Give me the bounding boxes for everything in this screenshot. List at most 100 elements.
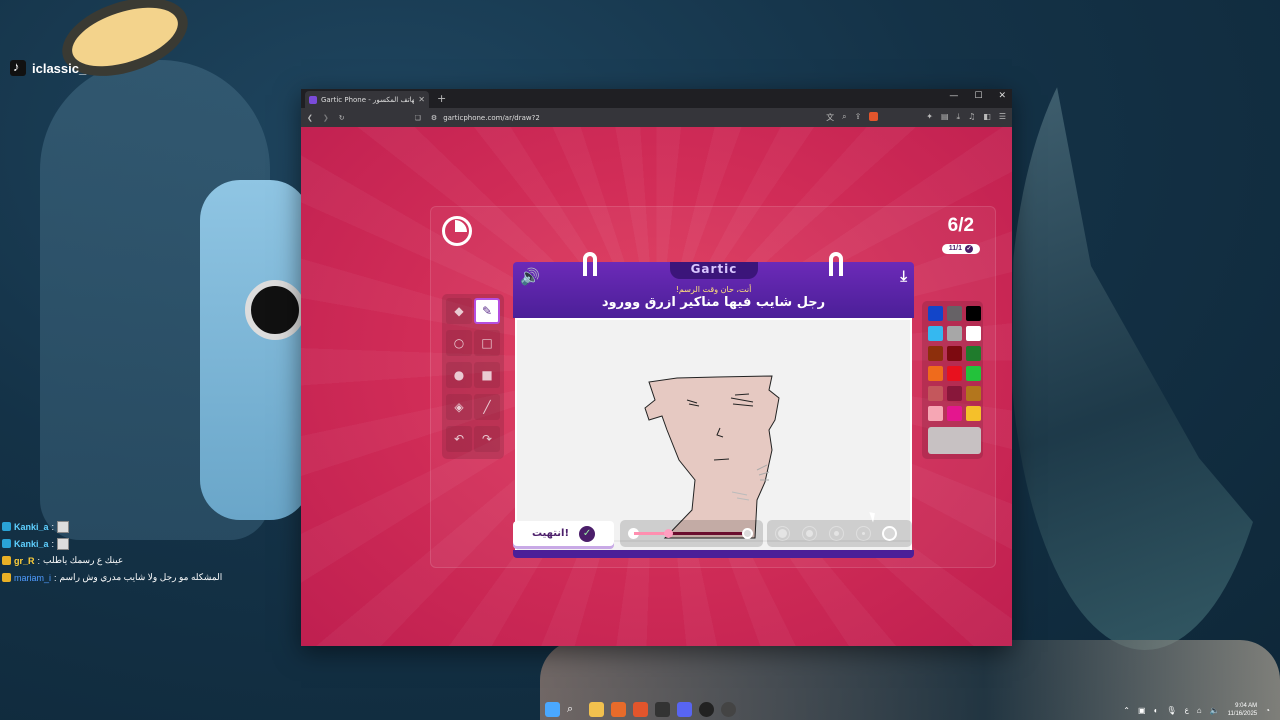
file-explorer-icon[interactable] xyxy=(589,702,604,717)
color-swatch[interactable] xyxy=(947,326,962,341)
bookmark-icon[interactable]: ❏ xyxy=(415,114,421,122)
redo-tool[interactable]: ↷ xyxy=(474,426,500,452)
obs-icon[interactable] xyxy=(699,702,714,717)
share-icon[interactable]: ⇪ xyxy=(855,112,862,123)
notifications-icon[interactable]: ◔ xyxy=(1265,706,1270,715)
reload-icon[interactable]: ↻ xyxy=(339,114,345,122)
site-info-icon[interactable]: ⚙ xyxy=(431,114,437,122)
opacity-fill xyxy=(634,532,669,535)
background-creature-shape xyxy=(200,180,310,520)
terminal-icon[interactable] xyxy=(655,702,670,717)
opacity-track[interactable] xyxy=(634,532,748,535)
timer-icon xyxy=(442,216,472,246)
translate-icon[interactable]: 文 xyxy=(826,112,834,123)
color-swatch[interactable] xyxy=(947,366,962,381)
gartic-logo: Gartic xyxy=(670,262,758,279)
line-tool[interactable]: ╱ xyxy=(474,394,500,420)
tray-app-icon[interactable]: ◐ xyxy=(1154,706,1159,715)
tiktok-icon xyxy=(10,59,26,76)
brave-shield-icon[interactable] xyxy=(869,112,879,121)
tray-chevron-icon[interactable]: ⌃ xyxy=(1123,706,1130,715)
taskbar: ⌕ ⌃ ▣ ◐ 🎙 ع ⌂ 🔈 9:04 AM 11/16/2025 ◔ xyxy=(0,700,1280,720)
color-swatch[interactable] xyxy=(928,386,943,401)
tab-bar: Gartic Phone - لعبة الهاتف المكسور ✕ + —… xyxy=(301,89,1012,108)
color-swatch[interactable] xyxy=(966,306,981,321)
speaker-icon[interactable]: 🔊 xyxy=(520,267,540,286)
color-swatch[interactable] xyxy=(928,326,943,341)
tray-app-icon[interactable]: ▣ xyxy=(1138,706,1146,715)
tool-panel: ◆ ✎ ○ □ ● ■ ◈ ╱ ↶ ↷ xyxy=(442,294,504,459)
pencil-tool[interactable]: ✎ xyxy=(474,298,500,324)
mic-icon[interactable]: 🎙 xyxy=(1166,706,1176,715)
maximize-button[interactable]: ☐ xyxy=(974,91,982,101)
color-swatch[interactable] xyxy=(966,386,981,401)
color-swatch[interactable] xyxy=(947,386,962,401)
minimize-button[interactable]: — xyxy=(949,91,958,101)
app-icon[interactable] xyxy=(611,702,626,717)
clock[interactable]: 9:04 AM 11/16/2025 xyxy=(1228,702,1258,718)
color-swatch[interactable] xyxy=(928,306,943,321)
chat-badge-icon xyxy=(2,522,11,531)
color-swatch[interactable] xyxy=(966,346,981,361)
zoom-icon[interactable]: ⌕ xyxy=(842,112,846,123)
extensions-icon[interactable]: ✦ xyxy=(926,112,933,123)
prompt-subtitle: أنت، حان وقت الرسم! xyxy=(675,285,752,294)
brush-size-option[interactable] xyxy=(775,526,790,541)
chat-line: mariam_i : المشكله مو رجل ولا شايب مدري … xyxy=(2,569,302,586)
music-icon[interactable]: ♫ xyxy=(968,112,975,123)
color-swatch[interactable] xyxy=(928,366,943,381)
color-swatch[interactable] xyxy=(947,406,962,421)
browser-tab[interactable]: Gartic Phone - لعبة الهاتف المكسور ✕ xyxy=(305,91,429,108)
tab-close-icon[interactable]: ✕ xyxy=(418,95,425,104)
drawing-card: Gartic 🔊 ⤓ أنت، حان وقت الرسم! رجل شايب … xyxy=(513,252,914,558)
tab-title: Gartic Phone - لعبة الهاتف المكسور xyxy=(321,95,415,104)
eraser-tool[interactable]: ◆ xyxy=(446,298,472,324)
opacity-slider[interactable] xyxy=(620,520,763,547)
media-icon[interactable] xyxy=(721,702,736,717)
rectangle-tool[interactable]: □ xyxy=(474,330,500,356)
fill-bucket-tool[interactable]: ◈ xyxy=(446,394,472,420)
brush-size-option[interactable] xyxy=(829,526,844,541)
sidebar-icon[interactable]: ◧ xyxy=(983,112,991,123)
discord-icon[interactable] xyxy=(677,702,692,717)
taskbar-apps: ⌕ xyxy=(545,702,736,717)
clock-date: 11/16/2025 xyxy=(1227,711,1258,717)
url-field[interactable]: ⚙ garticphone.com/ar/draw?2 xyxy=(431,114,816,122)
color-swatch[interactable] xyxy=(966,406,981,421)
brave-browser-icon[interactable] xyxy=(633,702,648,717)
binder-ring-right xyxy=(829,252,843,276)
window-controls: — ☐ ✕ xyxy=(949,91,1006,101)
color-swatch[interactable] xyxy=(928,346,943,361)
opacity-knob[interactable] xyxy=(664,529,674,538)
start-icon[interactable] xyxy=(545,702,560,717)
brush-size-option-selected[interactable] xyxy=(882,526,897,541)
network-icon[interactable]: ⌂ xyxy=(1197,706,1202,715)
color-swatch[interactable] xyxy=(966,326,981,341)
forward-icon[interactable]: ❯ xyxy=(323,114,329,122)
undo-tool[interactable]: ↶ xyxy=(446,426,472,452)
filled-ellipse-tool[interactable]: ● xyxy=(446,362,472,388)
color-swatch[interactable] xyxy=(928,406,943,421)
color-swatch[interactable] xyxy=(947,306,962,321)
download-icon[interactable]: ⤓ xyxy=(900,267,907,285)
check-icon: ✓ xyxy=(965,244,973,253)
language-indicator[interactable]: ع xyxy=(1185,706,1189,714)
downloads-icon[interactable]: ⤓ xyxy=(957,112,961,123)
brush-size-option[interactable] xyxy=(802,526,817,541)
drawing-canvas[interactable] xyxy=(515,318,912,552)
brush-size-option[interactable] xyxy=(856,526,871,541)
current-color-swatch xyxy=(928,427,981,454)
filled-rectangle-tool[interactable]: ■ xyxy=(474,362,500,388)
search-icon[interactable]: ⌕ xyxy=(567,702,582,717)
color-swatch[interactable] xyxy=(966,366,981,381)
new-tab-button[interactable]: + xyxy=(437,92,446,105)
reader-icon[interactable]: ▤ xyxy=(941,112,949,123)
volume-icon[interactable]: 🔈 xyxy=(1210,706,1220,715)
close-window-button[interactable]: ✕ xyxy=(998,91,1006,101)
menu-icon[interactable]: ☰ xyxy=(999,112,1006,123)
streamer-tag: iclassic_ xyxy=(10,59,86,76)
done-button[interactable]: انتهيت! ✓ xyxy=(513,521,614,546)
color-swatch[interactable] xyxy=(947,346,962,361)
back-icon[interactable]: ❮ xyxy=(307,114,313,122)
ellipse-tool[interactable]: ○ xyxy=(446,330,472,356)
